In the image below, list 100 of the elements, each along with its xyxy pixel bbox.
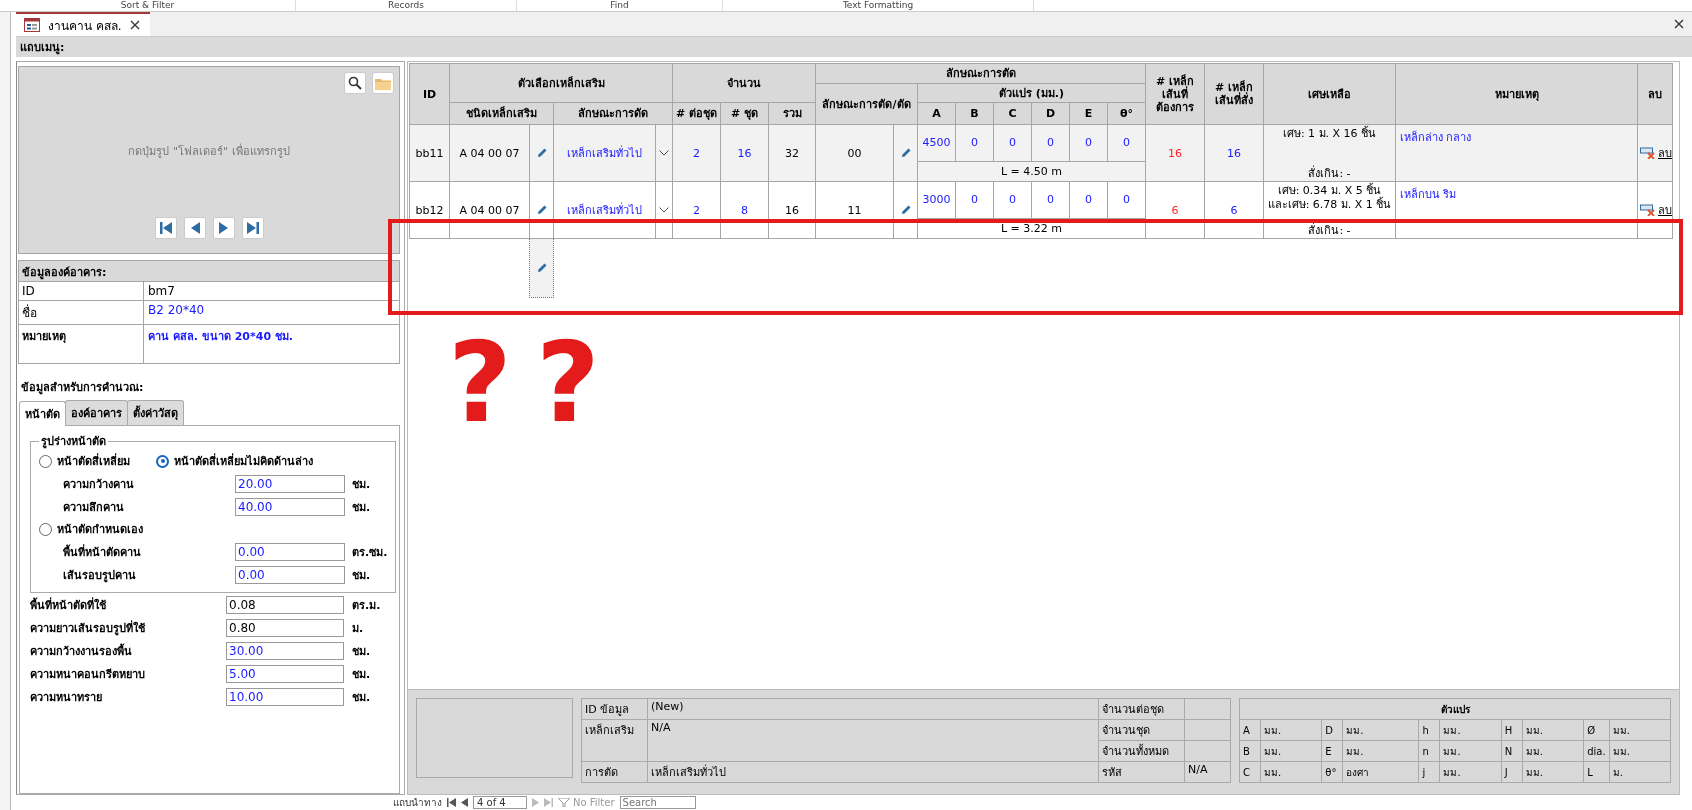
field-label: ID xyxy=(19,282,144,300)
field-label: ความหนาคอนกรีตหยาบ xyxy=(30,666,146,683)
input-field[interactable]: 0.00 xyxy=(235,542,345,561)
field-label: จำนวนทั้งหมด xyxy=(1102,745,1169,758)
field-label: ความยาวเส้นรอบรูปที่ใช้ xyxy=(30,619,146,637)
delete-record-icon xyxy=(1640,147,1658,159)
close-icon[interactable] xyxy=(129,20,140,30)
pencil-icon[interactable] xyxy=(900,148,911,158)
field-label: เหล็กเสริม xyxy=(585,724,634,737)
tab[interactable]: องค์อาคาร xyxy=(65,400,128,425)
section-header: ข้อมูลองค์อาคาร: xyxy=(19,261,399,282)
field-label: ความหนาทราย xyxy=(30,689,103,706)
unit-label: ตร.ม. xyxy=(351,597,381,614)
column-header: ลักษณะการตัด/ตัด xyxy=(815,83,918,125)
unit-label: มม. xyxy=(1525,724,1543,736)
question-mark: ? xyxy=(536,318,600,448)
ribbon-group-label: Records xyxy=(296,0,517,11)
scrap-text: และเศษ: 6.78 ม. X 1 ชิ้น xyxy=(1266,198,1393,212)
input-field[interactable]: 20.00 xyxy=(235,474,345,493)
field-label: เส้นรอบรูปคาน xyxy=(62,567,137,584)
parameter-label: n xyxy=(1422,745,1429,757)
previous-icon xyxy=(189,222,200,234)
radio-button[interactable] xyxy=(39,454,52,468)
first-icon[interactable] xyxy=(447,798,456,807)
field-label: รหัส xyxy=(1102,766,1122,779)
first-icon xyxy=(159,222,172,234)
field-value[interactable]: B2 20*40 xyxy=(144,301,209,324)
radio-label: หน้าตัดสี่เหลี่ยม xyxy=(57,452,130,470)
column-header: # เหล็กเส้นที่ต้องการ xyxy=(1145,63,1205,125)
input-field[interactable]: 0.00 xyxy=(235,565,345,584)
parameter-label: E xyxy=(1325,745,1332,757)
field-value[interactable]: คาน คสล. ขนาด 20*40 ชม. xyxy=(144,325,298,363)
unit-label: มม. xyxy=(1525,745,1543,757)
zoom-button[interactable] xyxy=(344,72,366,94)
field-label: พื้นที่หน้าตัดที่ใช้ xyxy=(30,596,107,614)
pencil-icon[interactable] xyxy=(536,205,547,215)
parameter-label: H xyxy=(1504,724,1513,736)
table-cell: 16 xyxy=(1204,124,1264,182)
tab[interactable]: ตั้งค่าวัสดุ xyxy=(127,400,184,425)
input-field[interactable]: 40.00 xyxy=(235,497,345,516)
folder-icon xyxy=(375,76,391,90)
parameter-label: D xyxy=(1325,724,1334,736)
pencil-icon[interactable] xyxy=(536,263,547,273)
previous-icon[interactable] xyxy=(461,798,468,807)
field-label: ชื่อ xyxy=(19,301,144,324)
close-icon[interactable] xyxy=(1674,19,1684,29)
table-cell: 2 xyxy=(672,124,721,182)
parameter-label: B xyxy=(1243,745,1250,757)
radio-button[interactable] xyxy=(39,522,52,536)
tab[interactable]: หน้าตัด xyxy=(19,401,66,426)
last-button[interactable] xyxy=(241,217,264,239)
dropdown-icon[interactable] xyxy=(659,150,669,156)
table-cell: 16 xyxy=(720,124,769,182)
unit-label: มม. xyxy=(1264,724,1282,736)
pencil-icon[interactable] xyxy=(900,205,911,215)
unit-label: ม. xyxy=(1612,766,1623,778)
group-title: รูปร่างหน้าตัด xyxy=(40,434,107,450)
field-label: ความลึกคาน xyxy=(62,499,125,516)
note-text: เหล็กล่าง กลาง xyxy=(1400,131,1472,144)
column-header: เศษเหลือ xyxy=(1263,63,1396,125)
table-cell: เหล็กเสริมทั่วไป xyxy=(553,124,656,182)
input-field[interactable]: 10.00 xyxy=(226,687,344,706)
document-tab[interactable]: งานคาน คสล. xyxy=(16,12,150,36)
parameter-label: dia. xyxy=(1587,745,1606,757)
parameter-label: N xyxy=(1504,745,1513,757)
record-position-field[interactable]: 4 of 4 xyxy=(473,796,527,809)
radio-label: หน้าตัดกำหนดเอง xyxy=(57,522,143,538)
first-button[interactable] xyxy=(154,217,177,239)
dropdown-icon[interactable] xyxy=(659,207,669,213)
table-cell[interactable]: bb11 xyxy=(409,124,450,182)
input-field[interactable]: 0.08 xyxy=(226,595,344,614)
field-value: N/A xyxy=(1188,763,1208,776)
search-icon xyxy=(348,76,362,90)
parameter-label: h xyxy=(1422,724,1429,736)
field-value[interactable]: bm7 xyxy=(144,282,179,300)
parameter-label: Ø xyxy=(1587,724,1596,736)
field-label: จำนวนต่อชุด xyxy=(1102,703,1164,716)
scrap-text: เศษ: 0.34 ม. X 5 ชิ้น xyxy=(1276,184,1383,197)
parameter-label: L xyxy=(1587,766,1593,778)
search-field[interactable]: Search xyxy=(619,796,696,809)
unit-label: ชม. xyxy=(351,689,371,706)
previous-button[interactable] xyxy=(183,217,206,239)
input-field[interactable]: 30.00 xyxy=(226,641,344,660)
input-field[interactable]: 0.80 xyxy=(226,618,344,637)
radio-button[interactable] xyxy=(156,454,169,468)
pencil-icon[interactable] xyxy=(536,148,547,158)
form-icon xyxy=(24,18,40,32)
next-button[interactable] xyxy=(212,217,235,239)
unit-label: ชม. xyxy=(351,643,371,660)
unit-label: มม. xyxy=(1346,745,1364,757)
unit-label: มม. xyxy=(1612,724,1630,736)
input-field[interactable]: 5.00 xyxy=(226,664,344,683)
note-text: เหล็กบน ริม xyxy=(1400,188,1457,201)
column-header: # เหล็กเส้นที่สั่ง xyxy=(1204,63,1264,125)
table-cell: 16 xyxy=(1145,124,1205,182)
parameter-label: θ° xyxy=(1325,766,1337,778)
parameter-label: A xyxy=(1243,724,1250,736)
table-title: ตัวแปร xyxy=(1440,703,1470,715)
field-label: จำนวนชุด xyxy=(1102,724,1150,737)
column-header: ID xyxy=(409,63,450,125)
